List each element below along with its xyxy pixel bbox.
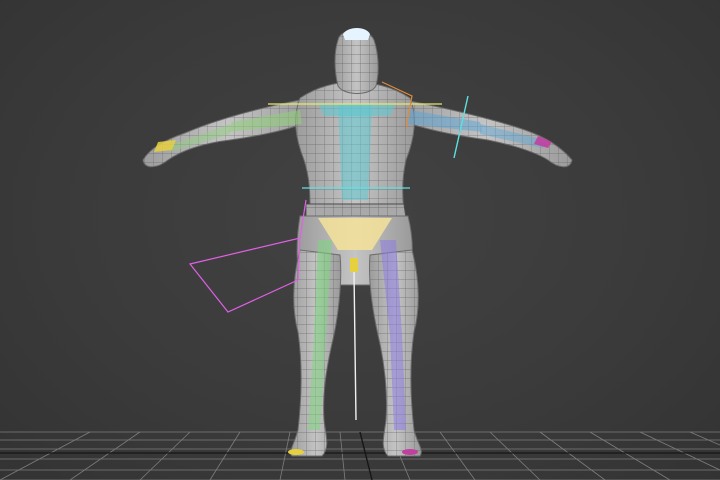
- spine-bone[interactable]: [338, 105, 372, 200]
- root-bone[interactable]: [350, 258, 358, 272]
- head-highlight: [343, 28, 370, 40]
- leg-ik-helper[interactable]: [188, 237, 301, 313]
- right-foot-marker[interactable]: [402, 449, 418, 455]
- left-foot-marker[interactable]: [288, 449, 304, 455]
- chest-bone[interactable]: [318, 104, 396, 116]
- viewport-scene[interactable]: [0, 0, 720, 480]
- 3d-viewport[interactable]: [0, 0, 720, 480]
- root-line: [353, 271, 357, 421]
- home-grid: [0, 431, 720, 480]
